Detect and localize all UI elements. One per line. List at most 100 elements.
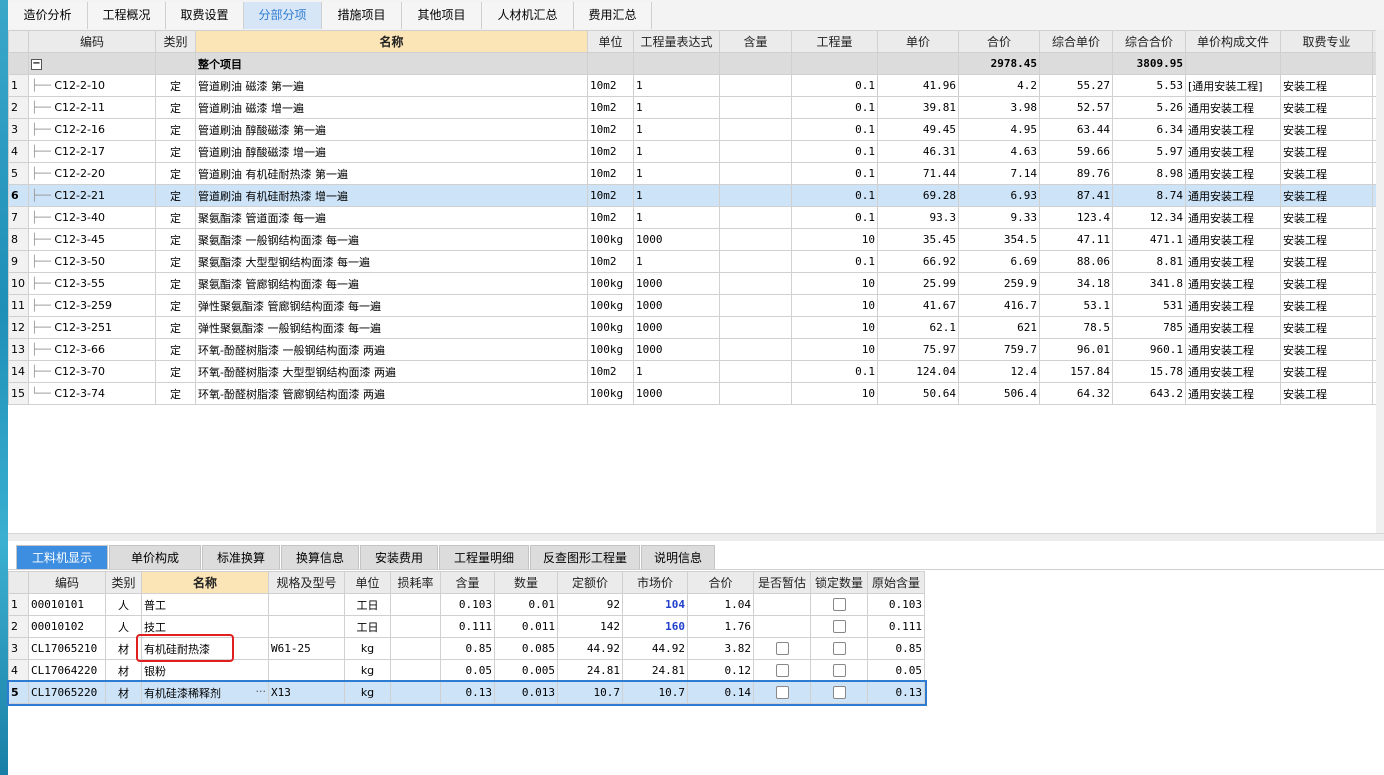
total-cell[interactable]: 12.4	[958, 360, 1040, 383]
file-cell[interactable]: 通用安装工程	[1185, 294, 1281, 317]
price-cell[interactable]: 49.45	[877, 118, 959, 141]
name-cell[interactable]: 聚氨酯漆 大型型钢结构面漆 每一遍	[195, 250, 588, 273]
quota-cell[interactable]: 24.81	[557, 659, 623, 682]
column-header[interactable]: 综合合价	[1112, 30, 1186, 53]
unit-cell[interactable]: 10m2	[587, 162, 634, 185]
name-cell[interactable]: 管道刷油 有机硅耐热漆 增一遍	[195, 184, 588, 207]
expr-cell[interactable]: 1	[633, 360, 720, 383]
total-cell[interactable]: 506.4	[958, 382, 1040, 405]
quota-cell[interactable]: 142	[557, 615, 623, 638]
code-cell[interactable]: ├── C12-3-70	[28, 360, 156, 383]
expr-cell[interactable]: 1	[633, 162, 720, 185]
code-cell[interactable]: ├── C12-2-11	[28, 96, 156, 119]
unit-cell[interactable]: 100kg	[587, 338, 634, 361]
est-cell[interactable]	[753, 659, 811, 682]
unit-cell[interactable]: 10m2	[587, 184, 634, 207]
total-cell[interactable]: 621	[958, 316, 1040, 339]
total-cell[interactable]: 7.14	[958, 162, 1040, 185]
price-cell[interactable]: 46.31	[877, 140, 959, 163]
column-header[interactable]: 工程量	[791, 30, 878, 53]
tab-3[interactable]: 分部分项	[244, 2, 322, 29]
name-cell[interactable]: 银粉	[141, 659, 269, 682]
unit-cell[interactable]: kg	[344, 659, 391, 682]
column-header[interactable]: 单位	[344, 571, 391, 594]
est-cell[interactable]	[753, 681, 811, 704]
unit-cell[interactable]: 100kg	[587, 228, 634, 251]
content-cell[interactable]	[719, 184, 792, 207]
content-cell[interactable]	[719, 294, 792, 317]
unit-cell[interactable]: 10m2	[587, 96, 634, 119]
price-cell[interactable]: 41.96	[877, 74, 959, 97]
spec-cell[interactable]: 安装工程	[1280, 118, 1373, 141]
name-cell[interactable]: 管道刷油 有机硅耐热漆 第一遍	[195, 162, 588, 185]
qty-cell[interactable]: 0.1	[791, 140, 878, 163]
unit-cell[interactable]: 10m2	[587, 118, 634, 141]
expr-cell[interactable]: 1000	[633, 338, 720, 361]
name-cell[interactable]: 管道刷油 醇酸磁漆 增一遍	[195, 140, 588, 163]
loss-cell[interactable]	[390, 637, 441, 660]
content-cell[interactable]	[719, 162, 792, 185]
type-cell[interactable]: 定	[155, 206, 196, 229]
type-cell[interactable]: 定	[155, 118, 196, 141]
column-header[interactable]: 名称	[141, 571, 269, 594]
detail-tab-6[interactable]: 反查图形工程量	[530, 545, 640, 569]
content-cell[interactable]	[719, 250, 792, 273]
content-cell[interactable]	[719, 206, 792, 229]
ctotal-cell[interactable]: 12.34	[1112, 206, 1186, 229]
spec-cell[interactable]: 安装工程	[1280, 228, 1373, 251]
file-cell[interactable]: 通用安装工程	[1185, 96, 1281, 119]
table-row[interactable]: 8 ├── C12-3-45 定聚氨酯漆 一般钢结构面漆 每一遍 100kg 1000 1…	[8, 228, 1384, 251]
code-cell[interactable]: ├── C12-2-20	[28, 162, 156, 185]
lock-cell[interactable]	[810, 637, 868, 660]
column-header[interactable]: 市场价	[622, 571, 688, 594]
column-header[interactable]	[8, 30, 29, 53]
expr-cell[interactable]: 1	[633, 140, 720, 163]
content-cell[interactable]	[719, 360, 792, 383]
spec-cell[interactable]: 安装工程	[1280, 96, 1373, 119]
expr-cell[interactable]: 1000	[633, 294, 720, 317]
cprice-cell[interactable]: 47.11	[1039, 228, 1113, 251]
qty-cell[interactable]: 10	[791, 272, 878, 295]
checkbox-icon[interactable]	[775, 642, 789, 656]
expr-cell[interactable]: 1	[633, 250, 720, 273]
table-row[interactable]: 6 ├── C12-2-21 定管道刷油 有机硅耐热漆 增一遍 10m2 1 0.1 69.…	[8, 184, 1384, 207]
code-cell[interactable]: ├── C12-3-40	[28, 206, 156, 229]
content-cell[interactable]	[719, 74, 792, 97]
cprice-cell[interactable]: 88.06	[1039, 250, 1113, 273]
column-header[interactable]: 原始含量	[867, 571, 925, 594]
type-cell[interactable]: 材	[105, 659, 142, 682]
type-cell[interactable]: 人	[105, 615, 142, 638]
resource-row[interactable]: 4 CL17064220 材银粉 kg 0.05 0.005 24.81 24.81 0.12 0…	[8, 659, 925, 682]
detail-tab-0[interactable]: 工料机显示	[16, 545, 108, 569]
price-cell[interactable]: 66.92	[877, 250, 959, 273]
tab-0[interactable]: 造价分析	[8, 2, 88, 29]
cprice-cell[interactable]: 157.84	[1039, 360, 1113, 383]
code-cell[interactable]: CL17065220	[28, 681, 106, 704]
qty-cell[interactable]: 0.005	[494, 659, 558, 682]
column-header[interactable]	[8, 571, 29, 594]
content-cell[interactable]	[719, 338, 792, 361]
name-cell[interactable]: 管道刷油 磁漆 第一遍	[195, 74, 588, 97]
price-cell[interactable]: 71.44	[877, 162, 959, 185]
column-header[interactable]: 合价	[687, 571, 754, 594]
type-cell[interactable]: 定	[155, 360, 196, 383]
type-cell[interactable]: 定	[155, 74, 196, 97]
content-cell[interactable]: 0.85	[440, 637, 495, 660]
cprice-cell[interactable]: 64.32	[1039, 382, 1113, 405]
column-header[interactable]: 定额价	[557, 571, 623, 594]
tab-6[interactable]: 人材机汇总	[482, 2, 574, 29]
qty-cell[interactable]: 10	[791, 294, 878, 317]
ctotal-cell[interactable]: 5.53	[1112, 74, 1186, 97]
total-cell[interactable]: 759.7	[958, 338, 1040, 361]
cprice-cell[interactable]: 96.01	[1039, 338, 1113, 361]
qty-cell[interactable]: 0.1	[791, 96, 878, 119]
spec-cell[interactable]: 安装工程	[1280, 360, 1373, 383]
column-header[interactable]: 合价	[958, 30, 1040, 53]
cprice-cell[interactable]: 123.4	[1039, 206, 1113, 229]
qty-cell[interactable]: 0.1	[791, 162, 878, 185]
quota-cell[interactable]: 10.7	[557, 681, 623, 704]
vertical-scrollbar[interactable]	[1376, 30, 1384, 533]
column-header[interactable]: 含量	[719, 30, 792, 53]
expr-cell[interactable]: 1	[633, 118, 720, 141]
column-header[interactable]: 类别	[155, 30, 196, 53]
